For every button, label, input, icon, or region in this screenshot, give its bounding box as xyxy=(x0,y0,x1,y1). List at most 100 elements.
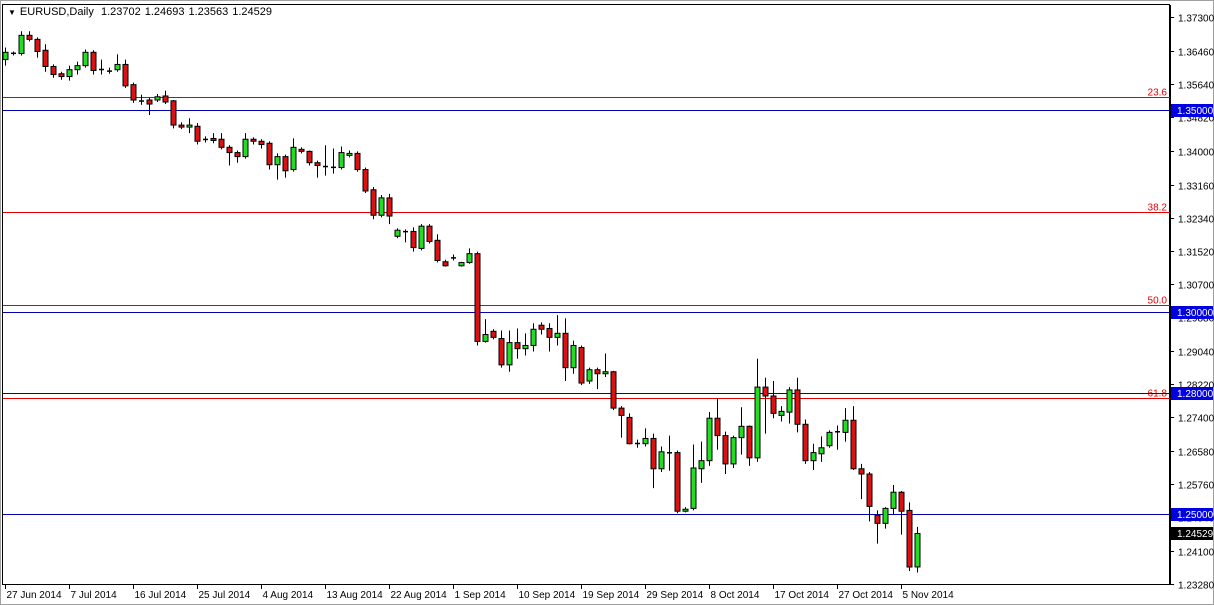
candle-body-bear xyxy=(27,35,32,39)
candle-body-bear xyxy=(899,492,904,511)
candle-body-bear xyxy=(795,390,800,424)
candle-body-bear xyxy=(355,153,360,169)
candle xyxy=(363,168,368,193)
candle-body-bull xyxy=(67,70,72,77)
date-tick-label: 19 Sep 2014 xyxy=(583,590,640,601)
low-value: 1.23563 xyxy=(188,6,228,18)
price-tick-label: 1.27400 xyxy=(1178,414,1214,425)
candle-body-bear xyxy=(283,157,288,171)
candle-body-bear xyxy=(219,139,224,147)
candle-body-bull xyxy=(587,370,592,381)
candle-body-bear xyxy=(579,347,584,383)
date-tick-label: 5 Nov 2014 xyxy=(903,590,955,601)
candle-body-bull xyxy=(339,153,344,168)
candle-body-bear xyxy=(803,424,808,460)
current-price-label-text: 1.24529 xyxy=(1177,529,1214,540)
candle-body-bear xyxy=(627,417,632,443)
candle-body-bull xyxy=(811,453,816,461)
candle xyxy=(355,151,360,171)
level-price-label-text: 1.25000 xyxy=(1177,510,1214,521)
candle-body-bull xyxy=(3,52,8,59)
candle-body-bear xyxy=(771,396,776,413)
candle-body-bear xyxy=(51,66,56,74)
candle-body-bull xyxy=(347,153,352,155)
candle-body-bear xyxy=(163,96,168,102)
candle xyxy=(171,100,176,128)
price-tick-label: 1.33160 xyxy=(1178,182,1214,193)
candle xyxy=(731,436,736,468)
date-tick-label: 10 Sep 2014 xyxy=(519,590,576,601)
candle xyxy=(827,430,832,447)
candle-body-bull xyxy=(467,254,472,263)
fib-label: 50.0 xyxy=(1148,296,1168,307)
candle-body-bear xyxy=(443,262,448,266)
candle xyxy=(627,413,632,444)
candle-body-bear xyxy=(299,149,304,151)
candle-body-bull xyxy=(731,438,736,464)
candle xyxy=(419,224,424,250)
candle-body-bear xyxy=(307,151,312,162)
candle-body-bear xyxy=(715,418,720,435)
fib-label: 23.6 xyxy=(1148,88,1168,99)
candle-body-bear xyxy=(515,343,520,349)
candle xyxy=(707,412,712,466)
candle-body-bull xyxy=(603,372,608,374)
candle-body-bear xyxy=(363,170,368,191)
candle xyxy=(675,451,680,514)
candle-body-bull xyxy=(739,426,744,437)
candle xyxy=(195,123,200,144)
candle-body-bull xyxy=(379,198,384,215)
candle-body-bull xyxy=(659,452,664,469)
candle-body-bull xyxy=(691,468,696,508)
candle xyxy=(915,527,920,573)
candle-body-bull xyxy=(883,508,888,523)
candle-body-bear xyxy=(387,198,392,216)
price-tick-label: 1.25760 xyxy=(1178,481,1214,492)
candle-body-bear xyxy=(267,143,272,164)
candlestick-chart[interactable]: 23.638.250.061.8 1.373001.364601.356401.… xyxy=(0,0,1214,605)
candle-body-bull xyxy=(643,438,648,443)
candle-body-bear xyxy=(499,339,504,365)
candle-body-bear xyxy=(851,420,856,469)
candle-body-bull xyxy=(555,333,560,337)
candle-body-bull xyxy=(787,390,792,412)
price-tick-label: 1.30700 xyxy=(1178,281,1214,292)
candle-body-bear xyxy=(619,408,624,415)
candle-body-bear xyxy=(723,436,728,464)
price-tick-label: 1.37300 xyxy=(1178,14,1214,25)
candle-body-bull xyxy=(891,492,896,508)
candle-body-bear xyxy=(491,331,496,337)
candle-body-bull xyxy=(115,64,120,69)
triangle-down-icon[interactable]: ▼ xyxy=(8,8,16,17)
candle xyxy=(371,187,376,219)
candle-body-bull xyxy=(819,448,824,454)
candle-body-bear xyxy=(171,101,176,125)
candle-body-bull xyxy=(827,432,832,445)
candle-body-bear xyxy=(179,125,184,127)
candle-body-bear xyxy=(547,328,552,337)
candle-body-bull xyxy=(155,97,160,100)
candle-body-bull xyxy=(779,411,784,415)
candle-body-bear xyxy=(907,510,912,567)
date-tick-label: 16 Jul 2014 xyxy=(135,590,187,601)
candle xyxy=(19,31,24,55)
date-tick-label: 7 Jul 2014 xyxy=(71,590,118,601)
candle-body-bear xyxy=(131,85,136,100)
level-price-label-text: 1.28000 xyxy=(1177,389,1214,400)
price-tick-label: 1.36460 xyxy=(1178,48,1214,59)
candle-body-bear xyxy=(211,138,216,140)
candle-body-bear xyxy=(43,50,48,66)
candle xyxy=(475,252,480,346)
candle-body-bull xyxy=(531,329,536,345)
candle-body-bear xyxy=(371,190,376,215)
candle xyxy=(803,419,808,463)
candle-body-bear xyxy=(227,147,232,152)
candle-body-bear xyxy=(763,387,768,396)
candle xyxy=(131,83,136,103)
candle-body-bear xyxy=(675,453,680,512)
candle-body-bear xyxy=(59,74,64,77)
candle xyxy=(907,502,912,571)
candle xyxy=(587,368,592,384)
candle-body-bear xyxy=(91,52,96,70)
candle-body-bear xyxy=(747,426,752,458)
